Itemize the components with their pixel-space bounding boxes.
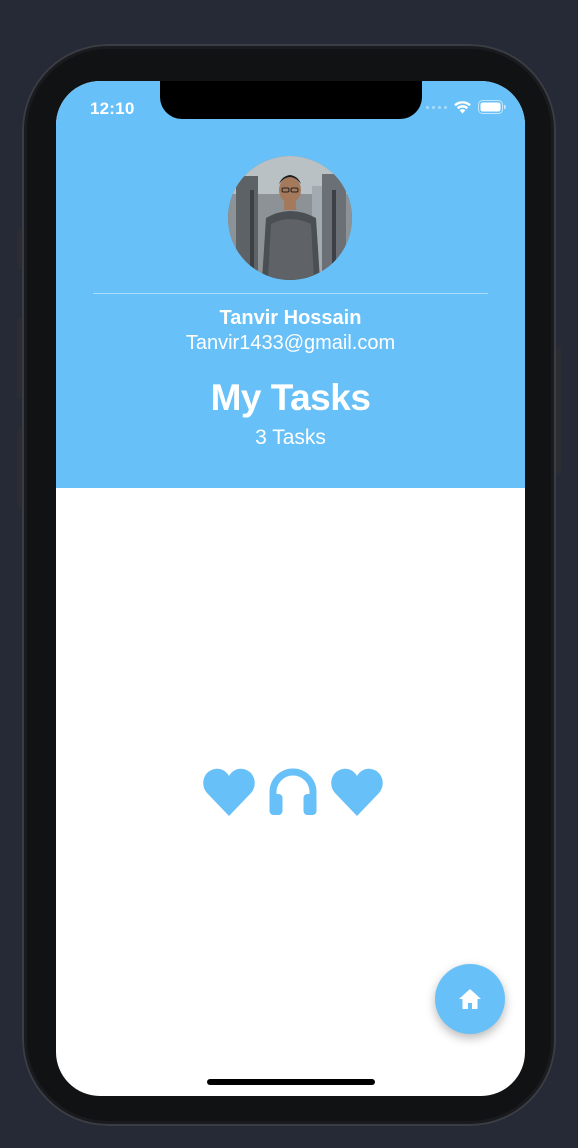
volume-down-button — [17, 427, 22, 509]
signal-icon — [426, 105, 447, 109]
profile-header: 12:10 Tanvir Hossain Tanvir1433@gmail.co… — [56, 81, 525, 488]
header-divider — [93, 293, 488, 294]
home-fab-button[interactable] — [435, 964, 505, 1034]
home-indicator[interactable] — [207, 1079, 375, 1085]
wifi-icon — [454, 101, 471, 114]
power-button — [556, 346, 561, 474]
task-count: 3 Tasks — [255, 426, 326, 449]
profile-avatar[interactable] — [228, 156, 352, 280]
home-icon — [459, 989, 481, 1009]
battery-icon — [478, 100, 506, 114]
volume-up-button — [17, 317, 22, 399]
profile-photo — [228, 156, 352, 280]
user-name: Tanvir Hossain — [219, 307, 362, 329]
mute-switch — [17, 228, 22, 270]
device-notch — [160, 81, 422, 119]
user-email: Tanvir1433@gmail.com — [185, 332, 396, 354]
headphones-icon — [269, 768, 317, 815]
center-icons — [202, 767, 384, 817]
heart-icon — [331, 768, 383, 816]
page-title: My Tasks — [210, 377, 371, 418]
heart-icon — [203, 768, 255, 816]
status-icons — [426, 100, 507, 114]
status-time: 12:10 — [90, 99, 135, 118]
app-screen: 12:10 Tanvir Hossain Tanvir1433@gmail.co… — [56, 81, 525, 1096]
